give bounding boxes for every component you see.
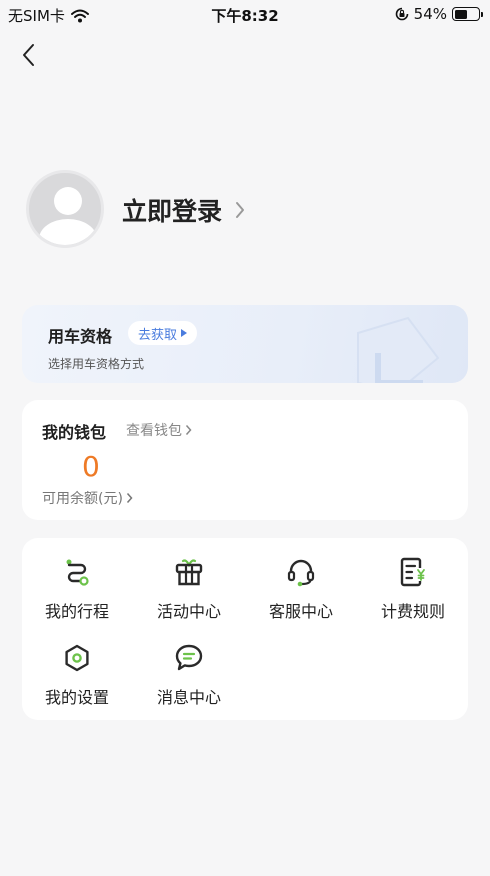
avatar[interactable] (26, 170, 104, 248)
wallet-card: 我的钱包 查看钱包 0 可用余额(元) (22, 400, 468, 520)
menu-item-message-center[interactable]: 消息中心 (139, 630, 239, 708)
wallet-balance: 0 (82, 450, 100, 483)
menu-grid: 我的行程 活动中心 客服中心 计费规则 我的设置 消息中心 (22, 538, 468, 720)
login-button[interactable]: 立即登录 (122, 192, 246, 228)
status-bar-right: 54% (395, 5, 483, 23)
chevron-right-icon (185, 425, 192, 435)
chevron-right-icon (236, 202, 245, 218)
wallet-title: 我的钱包 (42, 423, 107, 442)
message-icon (175, 644, 203, 671)
route-icon (66, 559, 89, 586)
get-eligibility-label: 去获取 (138, 327, 178, 343)
menu-label-activity-center: 活动中心 (156, 602, 221, 621)
chevron-left-icon (23, 44, 34, 66)
eligibility-title: 用车资格 (48, 327, 113, 346)
status-bar: 无SIM卡 下午8:32 54% (0, 0, 490, 28)
eligibility-card[interactable]: 用车资格 去获取 选择用车资格方式 (22, 305, 468, 383)
caret-right-icon (181, 329, 188, 337)
card-decoration-icon (357, 316, 440, 383)
menu-item-billing-rules[interactable]: 计费规则 (363, 544, 463, 622)
balance-label-link[interactable]: 可用余额(元) (42, 488, 133, 508)
gift-icon (175, 559, 203, 586)
menu-label-customer-service: 客服中心 (268, 602, 333, 621)
orientation-lock-icon (395, 7, 408, 21)
menu-item-my-settings[interactable]: 我的设置 (27, 630, 127, 708)
battery-icon (452, 7, 483, 21)
menu-label-my-trips: 我的行程 (44, 602, 109, 621)
balance-label: 可用余额(元) (42, 491, 123, 507)
billing-rules-icon (400, 557, 425, 587)
view-wallet-label: 查看钱包 (126, 423, 182, 439)
eligibility-subtitle: 选择用车资格方式 (48, 357, 145, 371)
get-eligibility-button[interactable]: 去获取 (128, 321, 198, 345)
menu-item-customer-service[interactable]: 客服中心 (251, 544, 351, 622)
chevron-right-icon (126, 493, 133, 503)
menu-label-message-center: 消息中心 (156, 688, 221, 707)
settings-icon (65, 644, 89, 672)
menu-item-activity-center[interactable]: 活动中心 (139, 544, 239, 622)
menu-label-my-settings: 我的设置 (44, 688, 109, 707)
battery-percent: 54% (413, 5, 447, 23)
default-avatar-icon (54, 187, 82, 215)
menu-item-my-trips[interactable]: 我的行程 (27, 544, 127, 622)
back-button[interactable] (14, 40, 44, 70)
menu-label-billing-rules: 计费规则 (380, 602, 445, 621)
login-label: 立即登录 (122, 197, 223, 226)
headset-icon (287, 559, 315, 587)
view-wallet-link[interactable]: 查看钱包 (126, 420, 192, 440)
battery-level (454, 9, 467, 19)
